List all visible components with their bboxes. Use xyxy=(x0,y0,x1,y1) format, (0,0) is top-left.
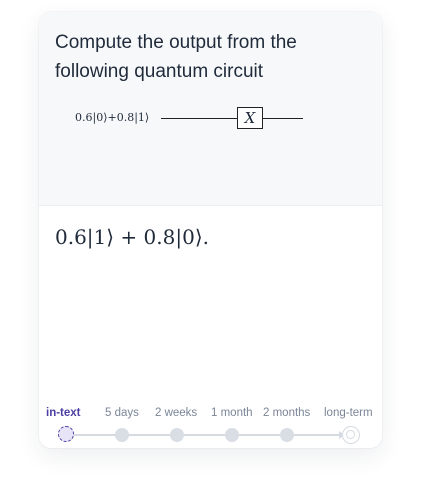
timeline-label-1-month[interactable]: 1 month xyxy=(211,407,253,419)
timeline-goal-target-icon[interactable] xyxy=(342,426,360,444)
question-panel: Compute the output from the following qu… xyxy=(39,12,382,206)
circuit-input-state: 0.6|0⟩+0.8|1⟩ xyxy=(75,111,150,124)
timeline-label-in-text[interactable]: in-text xyxy=(46,407,81,419)
timeline-node-5-days[interactable] xyxy=(115,428,129,442)
timeline-label-2-months[interactable]: 2 months xyxy=(263,407,310,419)
flashcard: Compute the output from the following qu… xyxy=(39,12,382,448)
review-timeline: in-text 5 days 2 weeks 1 month 2 months … xyxy=(39,404,382,448)
timeline-label-long-term[interactable]: long-term xyxy=(324,407,373,419)
timeline-label-5-days[interactable]: 5 days xyxy=(105,407,139,419)
timeline-node-2-weeks[interactable] xyxy=(170,428,184,442)
timeline-node-2-months[interactable] xyxy=(280,428,294,442)
circuit-wire-in xyxy=(161,118,237,119)
timeline-node-1-month[interactable] xyxy=(225,428,239,442)
quantum-circuit: 0.6|0⟩+0.8|1⟩ X xyxy=(75,107,315,131)
x-gate: X xyxy=(237,107,263,129)
timeline-track xyxy=(66,434,344,436)
question-text: Compute the output from the following qu… xyxy=(55,32,297,82)
timeline-node-in-text[interactable] xyxy=(58,426,74,442)
answer-text: 0.6|1⟩ + 0.8|0⟩. xyxy=(55,225,209,249)
circuit-wire-out xyxy=(263,118,303,119)
timeline-label-2-weeks[interactable]: 2 weeks xyxy=(155,407,197,419)
